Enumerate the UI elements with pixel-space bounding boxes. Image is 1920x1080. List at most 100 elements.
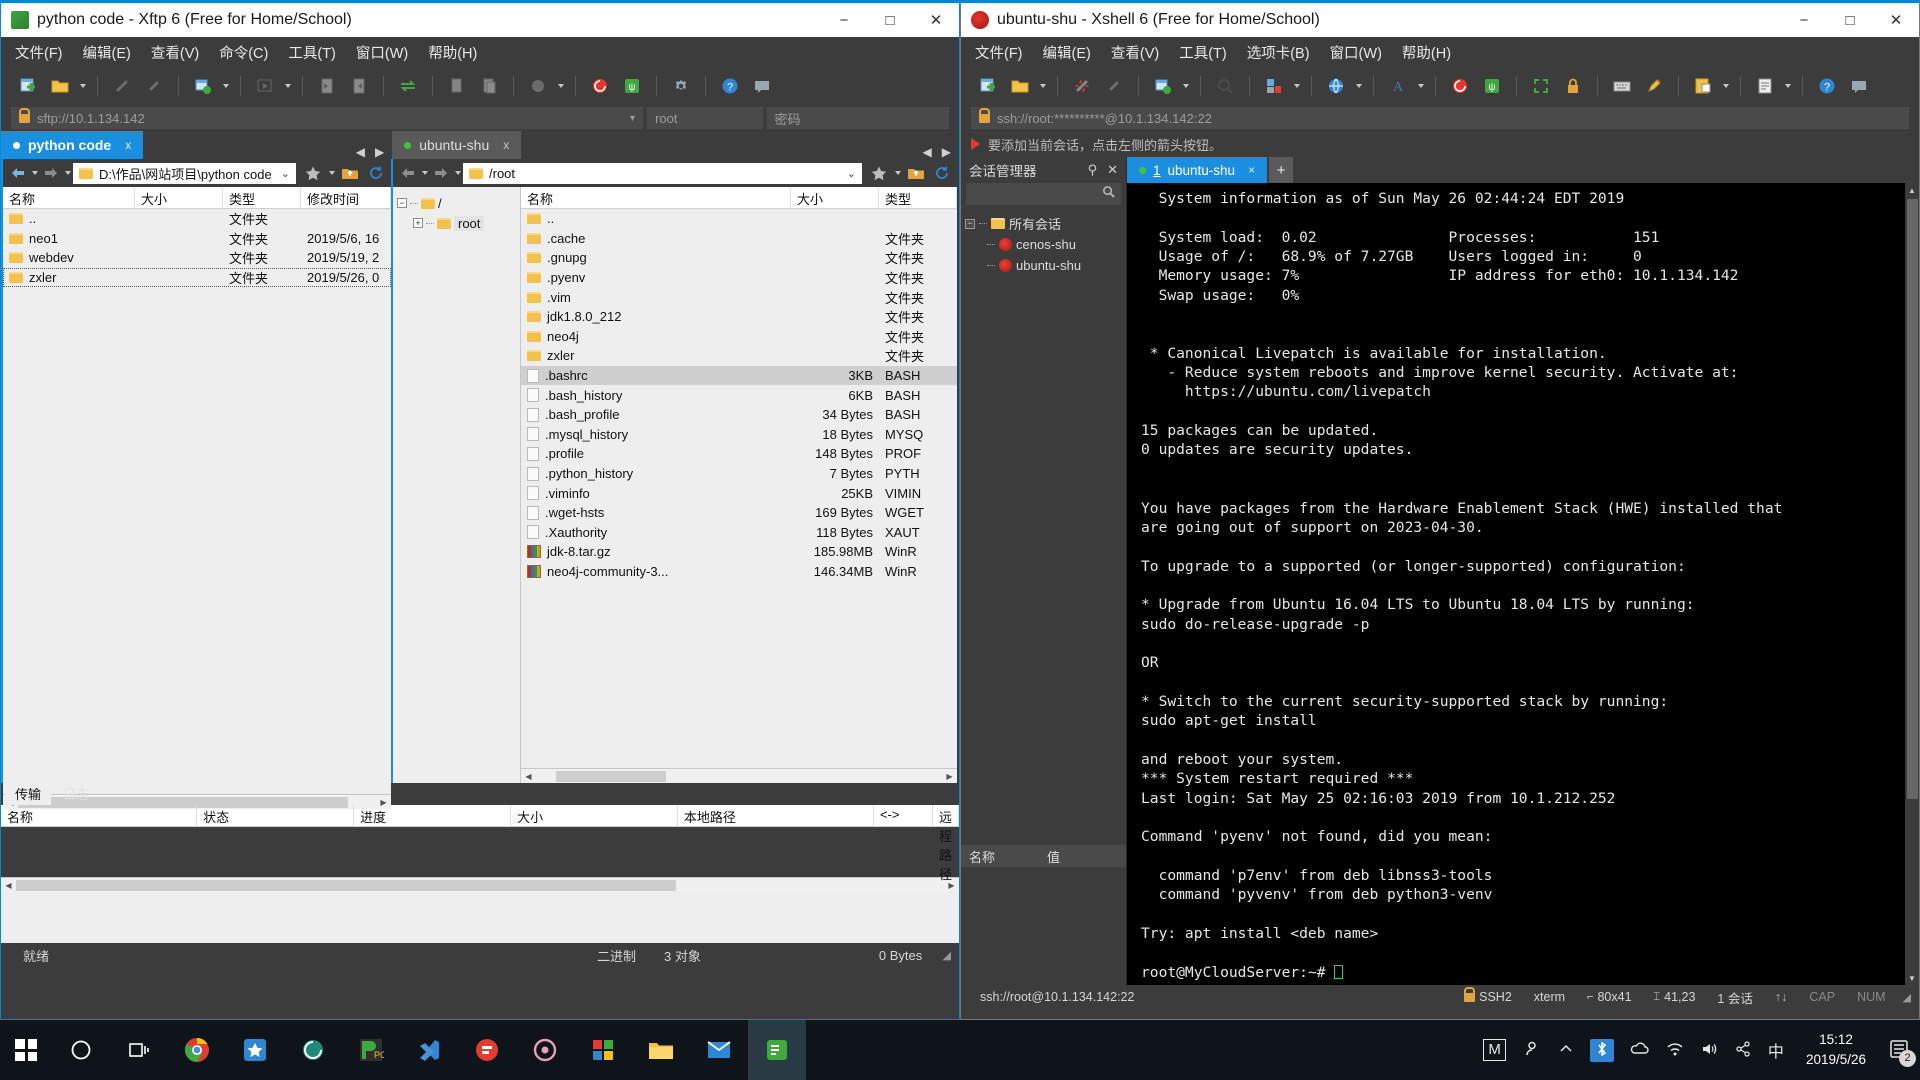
- local-col-type[interactable]: 类型: [223, 187, 301, 208]
- transfer-hscroll-left-icon[interactable]: ◀: [1, 878, 16, 893]
- terminal-scroll-down-icon[interactable]: ▼: [1905, 971, 1919, 985]
- terminal-vscrollbar[interactable]: ▲ ▼: [1905, 183, 1919, 985]
- menu-tools[interactable]: 工具(T): [288, 42, 336, 63]
- table-row[interactable]: .profile 148 Bytes PROF: [521, 444, 957, 464]
- remote-forward-caret-icon[interactable]: [455, 171, 461, 175]
- tray-chevron-up-icon[interactable]: [1558, 1041, 1574, 1060]
- transfer-list-body[interactable]: ◀ ▶: [1, 877, 959, 943]
- open-folder-caret-icon[interactable]: [80, 84, 86, 88]
- xs-menu-view[interactable]: 查看(V): [1111, 42, 1159, 63]
- terminal-tab-ubuntu-shu[interactable]: 1 ubuntu-shu ×: [1127, 157, 1268, 183]
- remote-col-name[interactable]: 名称: [521, 187, 791, 208]
- table-row[interactable]: .. 文件夹: [3, 209, 391, 229]
- session-manager-close-icon[interactable]: ✕: [1107, 162, 1118, 178]
- remote-bookmark-caret-icon[interactable]: [895, 171, 901, 175]
- xshell-close-button[interactable]: ✕: [1873, 3, 1919, 37]
- remote-refresh-icon[interactable]: [931, 162, 953, 184]
- table-row[interactable]: .bashrc 3KB BASH: [521, 365, 957, 386]
- xs-xftp-icon[interactable]: ψ: [1479, 73, 1505, 99]
- xs-layout-icon[interactable]: [1261, 73, 1287, 99]
- table-row[interactable]: .mysql_history 18 Bytes MYSQ: [521, 425, 957, 445]
- taskbar-item-snail-app[interactable]: [284, 1020, 342, 1080]
- resize-grip-icon[interactable]: ◢: [943, 949, 951, 962]
- remote-col-type[interactable]: 类型: [879, 187, 957, 208]
- session-tree[interactable]: − 所有会话 cenos-shu ubuntu-shu: [961, 205, 1126, 845]
- menu-file[interactable]: 文件(F): [15, 42, 63, 63]
- table-row[interactable]: .viminfo 25KB VIMIN: [521, 483, 957, 503]
- menu-help[interactable]: 帮助(H): [428, 42, 477, 63]
- xshell-launch-icon[interactable]: [587, 73, 613, 99]
- remote-path-dropdown-icon[interactable]: ⌄: [847, 167, 856, 180]
- resize-grip-icon[interactable]: ◢: [1897, 991, 1911, 1004]
- xs-highlight-icon[interactable]: [1641, 73, 1667, 99]
- table-row[interactable]: zxler 文件夹 2019/5/26, 0: [3, 267, 391, 288]
- ssh-url-input[interactable]: ssh://root:**********@10.1.134.142:22: [971, 107, 1909, 129]
- table-row[interactable]: .bash_history 6KB BASH: [521, 385, 957, 405]
- props-col-name[interactable]: 名称: [961, 845, 1039, 867]
- table-row[interactable]: neo1 文件夹 2019/5/6, 16: [3, 229, 391, 249]
- local-bookmark-caret-icon[interactable]: [329, 171, 335, 175]
- tray-M-icon[interactable]: M: [1483, 1039, 1506, 1061]
- xs-xshell-icon[interactable]: [1447, 73, 1473, 99]
- local-forward-caret-icon[interactable]: [65, 171, 71, 175]
- local-up-icon[interactable]: [339, 162, 361, 184]
- table-row[interactable]: zxler 文件夹: [521, 346, 957, 366]
- tree-node-root-home[interactable]: + root: [397, 213, 516, 233]
- pin-icon[interactable]: ⚲: [1088, 162, 1098, 178]
- terminal-scroll-thumb[interactable]: [1906, 199, 1918, 799]
- terminal-output[interactable]: System information as of Sun May 26 02:4…: [1127, 183, 1905, 985]
- tab-scroll-arrows[interactable]: ◀ ▶: [348, 145, 392, 159]
- transfer-hscrollbar[interactable]: ◀ ▶: [1, 877, 959, 892]
- menu-edit[interactable]: 编辑(E): [83, 42, 131, 63]
- username-input[interactable]: root: [647, 107, 763, 129]
- xs-script-icon[interactable]: [1752, 73, 1778, 99]
- taskbar-item-filezilla[interactable]: [458, 1020, 516, 1080]
- xs-font-icon[interactable]: A: [1385, 73, 1411, 99]
- new-session-icon[interactable]: [15, 73, 41, 99]
- xftp-close-button[interactable]: ✕: [913, 3, 959, 37]
- local-path-input[interactable]: D:\作品\网站项目\python code ⌄: [73, 162, 296, 184]
- local-path-dropdown-icon[interactable]: ⌄: [281, 167, 290, 180]
- xs-transfer-caret-icon[interactable]: [1723, 84, 1729, 88]
- table-row[interactable]: .bash_profile 34 Bytes BASH: [521, 405, 957, 425]
- xs-globe-caret-icon[interactable]: [1356, 84, 1362, 88]
- table-row[interactable]: jdk1.8.0_212 文件夹: [521, 307, 957, 327]
- xs-help-icon[interactable]: ?: [1814, 73, 1840, 99]
- local-file-list[interactable]: 名称 大小 类型 修改时间 .. 文件夹 neo1 文件夹 2019/5/6, 16 we…: [3, 187, 391, 809]
- table-row[interactable]: .Xauthority 118 Bytes XAUT: [521, 523, 957, 543]
- terminal-scroll-up-icon[interactable]: ▲: [1905, 183, 1919, 197]
- remote-back-icon[interactable]: [397, 162, 419, 184]
- new-tab-button[interactable]: +: [1269, 157, 1294, 183]
- remote-forward-icon[interactable]: [430, 162, 452, 184]
- remote-up-icon[interactable]: [905, 162, 927, 184]
- transfer-col-direction[interactable]: <->: [874, 805, 933, 826]
- xs-find-icon[interactable]: [1212, 73, 1238, 99]
- tree-expand-icon[interactable]: +: [413, 218, 423, 228]
- xs-new-session-icon[interactable]: [975, 73, 1001, 99]
- start-button[interactable]: [0, 1020, 52, 1080]
- menu-window[interactable]: 窗口(W): [356, 42, 408, 63]
- remote-hscroll-right-icon[interactable]: ▶: [942, 769, 957, 784]
- remote-path-input[interactable]: /root ⌄: [463, 162, 862, 184]
- taskbar-item-vscode[interactable]: [400, 1020, 458, 1080]
- search-icon[interactable]: [1102, 185, 1115, 203]
- xs-keyboard-icon[interactable]: [1609, 73, 1635, 99]
- local-forward-icon[interactable]: [40, 162, 62, 184]
- tree-collapse-icon[interactable]: −: [397, 198, 407, 208]
- tray-share-icon[interactable]: [1734, 1040, 1752, 1061]
- session-item-ubuntu-shu[interactable]: ubuntu-shu: [965, 255, 1122, 276]
- xftp-minimize-button[interactable]: −: [821, 3, 867, 37]
- table-row[interactable]: .wget-hsts 169 Bytes WGET: [521, 503, 957, 523]
- tab-ubuntu-shu-close-icon[interactable]: x: [503, 138, 509, 152]
- xs-globe-icon[interactable]: [1323, 73, 1349, 99]
- taskbar-item-mail-app[interactable]: [690, 1020, 748, 1080]
- tab-transfer[interactable]: 传输: [5, 782, 52, 805]
- remote-tab-scroll-arrows[interactable]: ◀ ▶: [915, 145, 959, 159]
- xs-menu-help[interactable]: 帮助(H): [1402, 42, 1451, 63]
- xs-menu-file[interactable]: 文件(F): [975, 42, 1023, 63]
- xs-open-caret-icon[interactable]: [1040, 84, 1046, 88]
- tree-node-root[interactable]: − /: [397, 193, 516, 213]
- xs-open-icon[interactable]: [1007, 73, 1033, 99]
- remote-hscroll-thumb[interactable]: [556, 770, 666, 782]
- taskbar-item-file-explorer[interactable]: [632, 1020, 690, 1080]
